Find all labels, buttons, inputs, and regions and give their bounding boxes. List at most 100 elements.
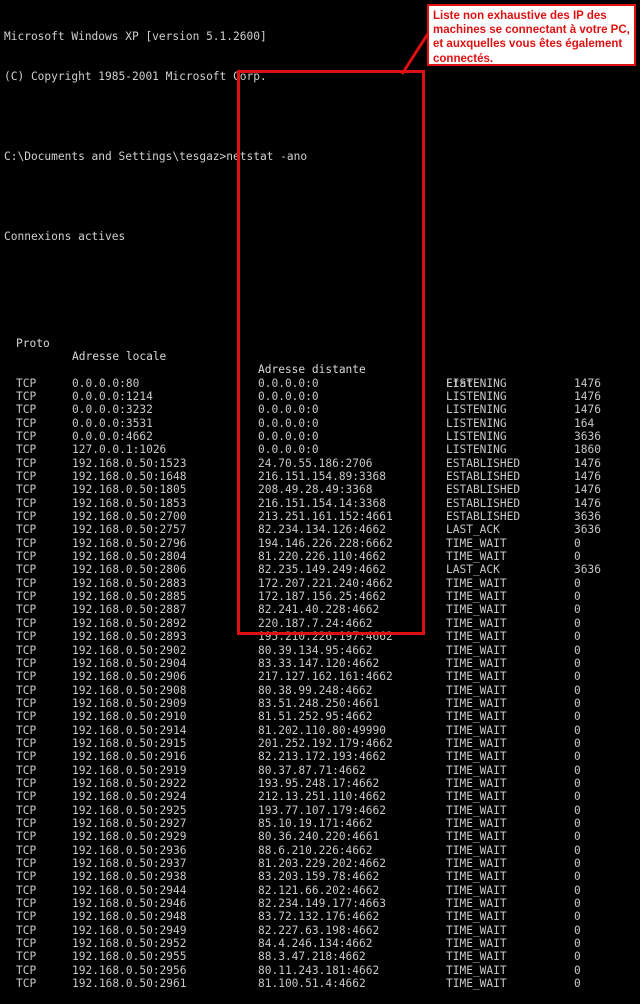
cell-proto: TCP <box>16 563 37 577</box>
table-row: TCP 192.168.0.50:2796 194.146.226.228:6662… <box>2 537 640 550</box>
cell-pid: 0 <box>574 790 581 804</box>
cell-proto: TCP <box>16 710 37 724</box>
cell-proto: TCP <box>16 536 37 550</box>
cell-proto: TCP <box>16 389 37 403</box>
cell-pid: 3636 <box>574 510 601 524</box>
command-prompt-console[interactable]: Microsoft Windows XP [version 5.1.2600] … <box>0 0 640 990</box>
cell-state: ESTABLISHED <box>446 483 521 497</box>
table-row: TCP 192.168.0.50:2916 82.213.172.193:4662 T… <box>2 750 640 763</box>
table-row: TCP 192.168.0.50:2893 195.210.226.197:4662… <box>2 630 640 643</box>
table-row: TCP 127.0.0.1:1026 0.0.0.0:0 LISTENING 1860 <box>2 443 640 456</box>
cell-state: TIME_WAIT <box>446 656 507 670</box>
table-row: TCP 192.168.0.50:2700 213.251.161.152:4661… <box>2 510 640 523</box>
table-row: TCP 192.168.0.50:2936 88.6.210.226:4662 TIM… <box>2 844 640 857</box>
cell-pid: 3636 <box>574 523 601 537</box>
cell-proto: TCP <box>16 416 37 430</box>
cell-remote-address: 212.13.251.110:4662 <box>258 790 386 804</box>
cell-pid: 164 <box>574 416 595 430</box>
cell-proto: TCP <box>16 736 37 750</box>
cell-local-address: 192.168.0.50:2956 <box>72 963 187 977</box>
cell-pid: 0 <box>574 723 581 737</box>
cell-proto: TCP <box>16 456 37 470</box>
cell-remote-address: 83.203.159.78:4662 <box>258 870 380 884</box>
cell-proto: TCP <box>16 750 37 764</box>
cell-state: ESTABLISHED <box>446 510 521 524</box>
cell-local-address: 0.0.0.0:1214 <box>72 389 153 403</box>
cell-remote-address: 82.227.63.198:4662 <box>258 923 380 937</box>
cell-proto: TCP <box>16 576 37 590</box>
cell-local-address: 192.168.0.50:2944 <box>72 883 187 897</box>
cell-pid: 0 <box>574 923 581 937</box>
cell-proto: TCP <box>16 523 37 537</box>
table-row: TCP 192.168.0.50:2909 83.51.248.250:4661 TI… <box>2 697 640 710</box>
cell-pid: 0 <box>574 803 581 817</box>
table-row: TCP 192.168.0.50:2927 85.10.19.171:4662 TIM… <box>2 817 640 830</box>
cell-state: TIME_WAIT <box>446 883 507 897</box>
cell-local-address: 192.168.0.50:2915 <box>72 736 187 750</box>
cell-local-address: 192.168.0.50:2925 <box>72 803 187 817</box>
cell-pid: 0 <box>574 937 581 951</box>
cell-remote-address: 0.0.0.0:0 <box>258 389 319 403</box>
cell-proto: TCP <box>16 656 37 670</box>
cell-pid: 1476 <box>574 376 601 390</box>
cell-local-address: 192.168.0.50:2885 <box>72 590 187 604</box>
annotation-callout: Liste non exhaustive des IP des machines… <box>427 4 636 66</box>
cell-local-address: 192.168.0.50:2916 <box>72 750 187 764</box>
cell-state: LISTENING <box>446 389 507 403</box>
cell-remote-address: 81.203.229.202:4662 <box>258 857 386 870</box>
table-row: TCP 192.168.0.50:2892 220.187.7.24:4662 TIM… <box>2 617 640 630</box>
cell-remote-address: 81.51.252.95:4662 <box>258 710 373 724</box>
cell-pid: 1476 <box>574 470 601 484</box>
cell-proto: TCP <box>16 550 37 564</box>
cell-proto: TCP <box>16 670 37 684</box>
cell-state: TIME_WAIT <box>446 843 507 857</box>
cell-proto: TCP <box>16 803 37 817</box>
cell-proto: TCP <box>16 723 37 737</box>
cell-state: ESTABLISHED <box>446 470 521 484</box>
cell-state: TIME_WAIT <box>446 736 507 750</box>
cell-state: TIME_WAIT <box>446 977 507 991</box>
cell-proto: TCP <box>16 776 37 790</box>
cell-remote-address: 24.70.55.186:2706 <box>258 456 373 470</box>
table-row: TCP 192.168.0.50:2915 201.252.192.179:4662… <box>2 737 640 750</box>
cell-state: TIME_WAIT <box>446 683 507 697</box>
cell-pid: 0 <box>574 710 581 724</box>
connections-table: TCP 0.0.0.0:80 0.0.0.0:0 LISTENING 1476 TCP 0.… <box>2 377 640 991</box>
cell-local-address: 0.0.0.0:3232 <box>72 403 153 417</box>
cell-local-address: 0.0.0.0:3531 <box>72 416 153 430</box>
cell-state: TIME_WAIT <box>446 963 507 977</box>
cell-local-address: 192.168.0.50:2906 <box>72 670 187 684</box>
cell-local-address: 192.168.0.50:2938 <box>72 870 187 884</box>
table-row: TCP 0.0.0.0:80 0.0.0.0:0 LISTENING 1476 <box>2 377 640 390</box>
cell-local-address: 192.168.0.50:2961 <box>72 977 187 991</box>
cell-local-address: 192.168.0.50:2914 <box>72 723 187 737</box>
cell-remote-address: 82.234.149.177:4663 <box>258 897 386 911</box>
cell-pid: 0 <box>574 763 581 777</box>
table-row: TCP 192.168.0.50:2949 82.227.63.198:4662 TI… <box>2 924 640 937</box>
cell-pid: 1476 <box>574 456 601 470</box>
cell-pid: 0 <box>574 870 581 884</box>
cell-state: TIME_WAIT <box>446 923 507 937</box>
cell-state: TIME_WAIT <box>446 803 507 817</box>
cell-proto: TCP <box>16 883 37 897</box>
cell-remote-address: 88.6.210.226:4662 <box>258 843 373 857</box>
table-row: TCP 192.168.0.50:2948 83.72.132.176:4662 TI… <box>2 910 640 923</box>
cell-proto: TCP <box>16 790 37 804</box>
cell-remote-address: 83.72.132.176:4662 <box>258 910 380 924</box>
cell-proto: TCP <box>16 910 37 924</box>
cell-pid: 1476 <box>574 483 601 497</box>
table-row: TCP 0.0.0.0:1214 0.0.0.0:0 LISTENING 1476 <box>2 390 640 403</box>
cell-pid: 0 <box>574 736 581 750</box>
cell-remote-address: 0.0.0.0:0 <box>258 443 319 457</box>
cell-remote-address: 0.0.0.0:0 <box>258 430 319 443</box>
cell-proto: TCP <box>16 683 37 697</box>
cell-pid: 0 <box>574 883 581 897</box>
cell-proto: TCP <box>16 857 37 870</box>
cell-proto: TCP <box>16 830 37 844</box>
cell-remote-address: 81.100.51.4:4662 <box>258 977 366 991</box>
cell-proto: TCP <box>16 963 37 977</box>
column-header-remote: Adresse distante <box>258 363 366 377</box>
cell-state: TIME_WAIT <box>446 550 507 564</box>
